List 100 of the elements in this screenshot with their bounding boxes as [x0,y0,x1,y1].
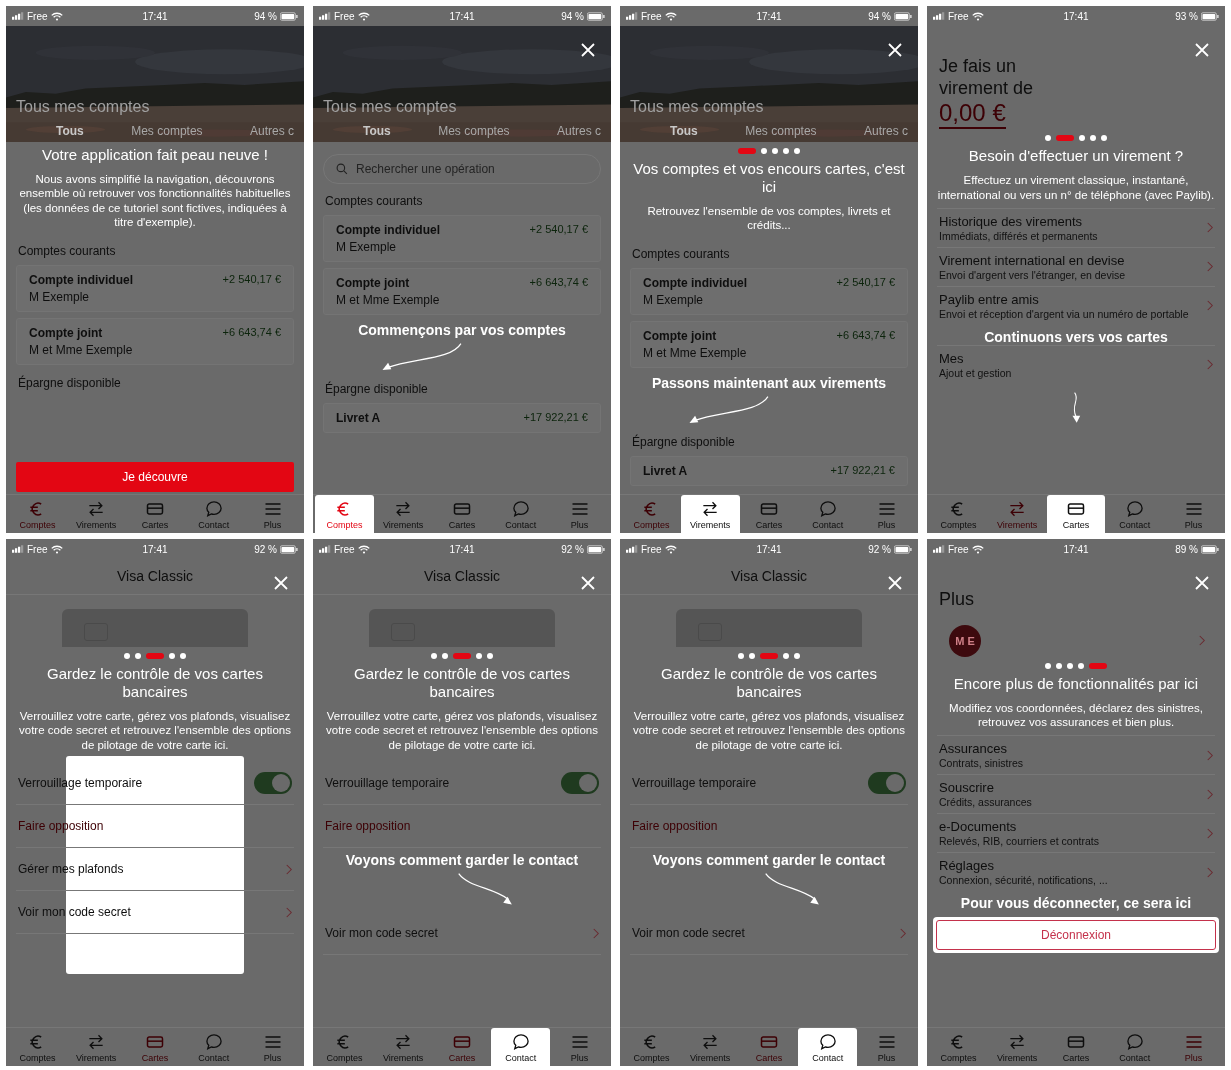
opposition-link[interactable]: Faire opposition [632,819,718,834]
chevron-icon [1207,866,1213,878]
menu-item[interactable]: Mes Ajout et gestion [937,344,1215,384]
nav-tab[interactable]: Contact [798,1028,858,1066]
battery-level: 94 % [868,10,891,22]
tutorial-text: Verrouillez votre carte, gérez vos plafonds, visualisez votre code secret et retrouvez l'ensemble des options de pilotage de votre carte ici. [325,709,599,753]
nav-tab[interactable]: Virements [680,1028,740,1066]
menu-item[interactable]: Paylib entre amis Envoi et réception d'argent via un numéro de portable [937,285,1215,325]
nav-tab[interactable]: Contact [1105,1028,1165,1066]
account-card[interactable]: Compte individuel M Exemple +2 540,17 € [630,267,908,315]
account-balance: +17 922,21 € [830,463,895,478]
account-owner: M Exemple [336,240,398,254]
chat-bubble-icon [817,498,838,519]
signal-icon [933,12,945,20]
logout-button[interactable]: Déconnexion [936,920,1216,951]
nav-tab[interactable]: Virements [66,1028,126,1066]
nav-tab[interactable]: Cartes [125,495,185,533]
account-tab[interactable]: Autres c [250,124,294,138]
setting-link[interactable]: Voir mon code secret [18,905,131,920]
toggle-switch[interactable] [868,772,906,795]
account-card[interactable]: Compte joint M et Mme Exemple +6 643,74 € [16,317,294,365]
account-tab[interactable]: Tous [670,124,698,138]
nav-tab[interactable]: Cartes [739,1028,799,1066]
nav-tab[interactable]: Plus [857,495,916,533]
nav-tab[interactable]: Virements [680,495,740,533]
nav-tab[interactable]: Contact [491,495,551,533]
nav-tab[interactable]: Cartes [125,1028,185,1066]
close-button[interactable] [888,42,904,58]
nav-tab[interactable]: Contact [1105,495,1165,533]
account-tab[interactable]: Mes comptes [745,124,817,138]
nav-tab[interactable]: Contact [184,495,244,533]
account-card[interactable]: Compte individuel M Exemple +2 540,17 € [16,264,294,312]
nav-tab[interactable]: Plus [1164,1028,1223,1066]
account-card[interactable]: Compte individuel M Exemple +2 540,17 € [323,215,601,262]
nav-tab[interactable]: Contact [491,1028,551,1066]
toggle-switch[interactable] [254,772,292,795]
wifi-icon [50,11,63,21]
account-tab[interactable]: Autres c [557,124,601,138]
nav-tab[interactable]: Virements [987,495,1047,533]
nav-tab[interactable]: Virements [373,495,433,533]
nav-tab[interactable]: Cartes [432,1028,492,1066]
chevron-icon [900,927,906,939]
account-card[interactable]: Compte joint M et Mme Exemple +6 643,74 € [630,320,908,368]
discover-button[interactable]: Je découvre [16,462,294,492]
battery-level: 93 % [1175,10,1198,22]
nav-tab[interactable]: Plus [1164,495,1223,533]
nav-tab[interactable]: Comptes [622,1028,681,1066]
battery-level: 92 % [561,543,584,555]
nav-tab[interactable]: Plus [550,495,609,533]
signal-icon [626,12,638,20]
battery-icon [1201,544,1219,554]
nav-tab[interactable]: Plus [857,1028,916,1066]
chevron-icon [1199,635,1205,647]
nav-tab[interactable]: Comptes [315,1028,374,1066]
tutorial-title: Votre application fait peau neuve ! [41,146,269,164]
amount-text: 0,00 € [939,99,1006,130]
nav-tab[interactable]: Cartes [432,495,492,533]
nav-tab[interactable]: Comptes [622,495,681,533]
account-card[interactable]: Compte joint M et Mme Exemple +6 643,74 € [323,268,601,315]
nav-tab[interactable]: Plus [243,1028,302,1066]
nav-tab[interactable]: Comptes [8,1028,67,1066]
nav-tab[interactable]: Comptes [929,1028,988,1066]
menu-item[interactable]: Virement international en devise Envoi d'argent vers l'étranger, en devise [937,246,1215,286]
clock-time: 17:41 [449,543,475,555]
setting-link[interactable]: Voir mon code secret [325,926,438,941]
nav-tab[interactable]: Comptes [8,495,67,533]
setting-link[interactable]: Voir mon code secret [632,926,745,941]
nav-tab[interactable]: Comptes [315,495,374,533]
account-tab[interactable]: Tous [56,124,84,138]
search-field[interactable]: Rechercher une opération [323,154,601,184]
close-button[interactable] [581,42,597,58]
nav-tab[interactable]: Contact [184,1028,244,1066]
nav-tab[interactable]: Cartes [739,495,799,533]
nav-tab[interactable]: Plus [550,1028,609,1066]
toggle-switch[interactable] [561,772,599,795]
account-tab[interactable]: Tous [363,124,391,138]
account-card[interactable]: Livret A +17 922,21 € [323,403,601,433]
menu-item[interactable]: Assurances Contrats, sinistres [937,735,1215,775]
menu-item[interactable]: Réglages Connexion, sécurité, notifications, ... [937,852,1215,892]
opposition-link[interactable]: Faire opposition [325,819,411,834]
nav-tab[interactable]: Virements [373,1028,433,1066]
nav-tab[interactable]: Cartes [1046,495,1106,533]
chat-bubble-icon [203,1031,224,1052]
nav-tab[interactable]: Plus [243,495,302,533]
nav-tab[interactable]: Virements [66,495,126,533]
account-card[interactable]: Livret A +17 922,21 € [630,455,908,486]
nav-tab[interactable]: Cartes [1046,1028,1106,1066]
nav-tab[interactable]: Contact [798,495,858,533]
nav-tab[interactable]: Virements [987,1028,1047,1066]
account-tab[interactable]: Mes comptes [438,124,510,138]
account-owner: M et Mme Exemple [643,345,747,360]
menu-item-subtitle: Crédits, assurances [939,796,1032,809]
account-balance: +2 540,17 € [836,275,895,290]
nav-tab[interactable]: Comptes [929,495,988,533]
menu-item[interactable]: e-Documents Relevés, RIB, courriers et contrats [937,813,1215,853]
menu-item[interactable]: Historique des virements Immédiats, différés et permanents [937,207,1215,247]
account-tab[interactable]: Mes comptes [131,124,203,138]
menu-item[interactable]: Souscrire Crédits, assurances [937,774,1215,814]
account-tab[interactable]: Autres c [864,124,908,138]
account-balance: +2 540,17 € [222,272,281,287]
